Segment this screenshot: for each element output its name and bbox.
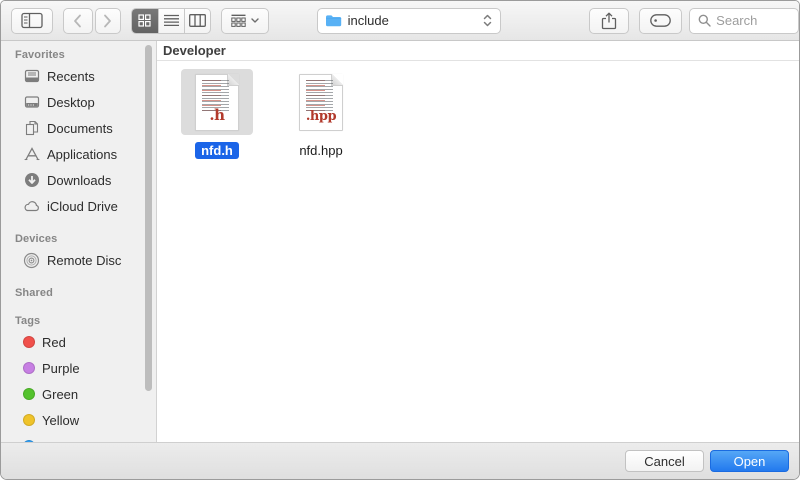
chevron-left-icon	[73, 14, 82, 28]
sidebar-toggle-button[interactable]	[11, 8, 53, 34]
header-file-icon: .hpp	[299, 74, 343, 131]
file-extension-label: .hpp	[300, 110, 342, 123]
sidebar-item-tag-purple[interactable]: Purple	[1, 355, 156, 381]
sidebar-section-shared: Shared	[1, 285, 156, 301]
tag-dot-purple	[23, 362, 35, 374]
sidebar-item-label: Applications	[47, 147, 117, 162]
sidebar-item-label: iCloud Drive	[47, 199, 118, 214]
share-icon	[601, 12, 617, 30]
desktop-icon	[23, 94, 40, 111]
sidebar-item-label: Recents	[47, 69, 95, 84]
icloud-drive-icon	[23, 198, 40, 215]
header-file-icon: .h	[195, 74, 239, 131]
sidebar-section-favorites: Favorites	[1, 47, 156, 63]
sidebar-item-applications[interactable]: Applications	[1, 141, 156, 167]
tag-dot-green	[23, 388, 35, 400]
file-browser-area: Developer .h nfd.h	[157, 41, 799, 442]
downloads-icon	[23, 172, 40, 189]
file-extension-label: .h	[196, 108, 238, 123]
current-folder-label: include	[348, 13, 389, 28]
list-view-button[interactable]	[158, 9, 184, 33]
sidebar-scrollbar[interactable]	[145, 45, 152, 391]
column-view-button[interactable]	[184, 9, 210, 33]
chevron-down-icon	[251, 18, 259, 23]
search-input[interactable]	[716, 13, 786, 28]
file-icon-selection-background: .h	[181, 69, 253, 135]
sidebar-item-label: Yellow	[42, 413, 79, 428]
stepper-chevrons-icon	[483, 14, 492, 27]
sidebar-item-label: Documents	[47, 121, 113, 136]
documents-icon	[23, 120, 40, 137]
sidebar-item-downloads[interactable]: Downloads	[1, 167, 156, 193]
dialog-body: Favorites Recents Desktop Documents	[1, 41, 799, 442]
file-item-nfd-hpp[interactable]: .hpp nfd.hpp	[269, 69, 373, 159]
sidebar-item-label: Red	[42, 335, 66, 350]
back-button[interactable]	[63, 8, 93, 34]
sidebar-item-remote-disc[interactable]: Remote Disc	[1, 247, 156, 273]
dialog-footer: Cancel Open	[1, 442, 799, 479]
sidebar-item-tag-blue-partial[interactable]	[1, 433, 156, 442]
tag-dot-red	[23, 336, 35, 348]
sidebar-item-desktop[interactable]: Desktop	[1, 89, 156, 115]
list-view-icon	[164, 14, 179, 27]
sidebar-section-tags: Tags	[1, 313, 156, 329]
icon-view-button[interactable]	[132, 9, 158, 33]
sidebar-item-tag-green[interactable]: Green	[1, 381, 156, 407]
tag-dot-yellow	[23, 414, 35, 426]
recents-icon	[23, 68, 40, 85]
file-icon-background: .hpp	[285, 69, 357, 135]
search-field[interactable]	[689, 8, 799, 34]
share-button[interactable]	[589, 8, 629, 34]
sidebar-item-icloud-drive[interactable]: iCloud Drive	[1, 193, 156, 219]
file-name-label[interactable]: nfd.h	[195, 142, 239, 159]
sidebar: Favorites Recents Desktop Documents	[1, 41, 157, 442]
sidebar-item-recents[interactable]: Recents	[1, 63, 156, 89]
toolbar: include	[1, 1, 799, 41]
file-grid: .h nfd.h .hpp nfd.hpp	[157, 61, 799, 159]
tag-icon	[650, 14, 671, 27]
file-name-label[interactable]: nfd.hpp	[293, 142, 348, 159]
sidebar-item-label: Downloads	[47, 173, 111, 188]
search-icon	[698, 14, 711, 27]
forward-button[interactable]	[95, 8, 121, 34]
sidebar-toggle-icon	[21, 12, 43, 29]
arrange-dropdown-button[interactable]	[221, 8, 269, 34]
sidebar-item-label: Desktop	[47, 95, 95, 110]
sidebar-item-label: Remote Disc	[47, 253, 121, 268]
group-arrange-icon	[231, 14, 246, 27]
chevron-right-icon	[103, 14, 112, 28]
view-mode-segmented-control	[131, 8, 211, 34]
sidebar-item-tag-yellow[interactable]: Yellow	[1, 407, 156, 433]
column-view-icon	[189, 14, 206, 27]
folder-icon	[325, 14, 342, 27]
sidebar-item-tag-red[interactable]: Red	[1, 329, 156, 355]
grid-view-icon	[138, 14, 151, 27]
cancel-button[interactable]: Cancel	[625, 450, 704, 472]
sidebar-item-documents[interactable]: Documents	[1, 115, 156, 141]
sidebar-item-label: Purple	[42, 361, 80, 376]
sidebar-item-label: Green	[42, 387, 78, 402]
remote-disc-icon	[23, 252, 40, 269]
tags-button[interactable]	[639, 8, 682, 34]
open-button[interactable]: Open	[710, 450, 789, 472]
current-folder-dropdown[interactable]: include	[317, 8, 502, 34]
applications-icon	[23, 146, 40, 163]
file-item-nfd-h[interactable]: .h nfd.h	[165, 69, 269, 159]
code-lines-decoration	[306, 80, 333, 113]
finder-open-dialog: include Favorites	[0, 0, 800, 480]
group-header: Developer	[157, 41, 799, 61]
sidebar-section-devices: Devices	[1, 231, 156, 247]
